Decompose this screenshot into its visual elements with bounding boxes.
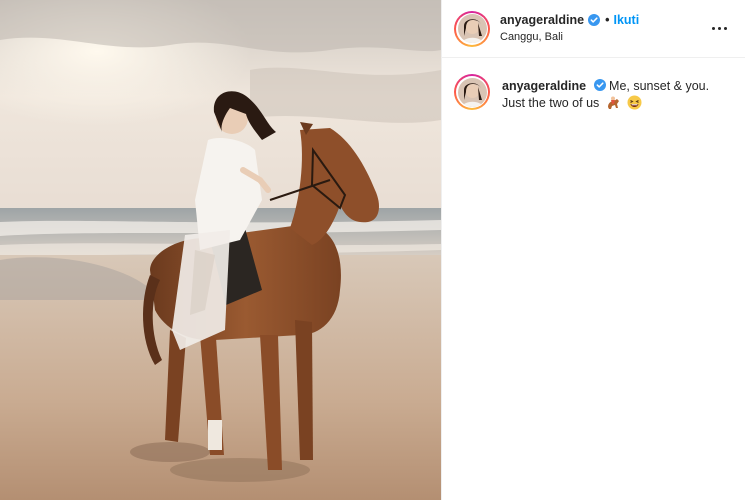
avatar[interactable] (454, 10, 490, 47)
avatar-image (457, 77, 487, 107)
username-link[interactable]: anyageraldine (500, 14, 584, 27)
post-image[interactable] (0, 0, 441, 500)
follow-button[interactable]: Ikuti (613, 14, 639, 27)
post-container: anyageraldine • Ikuti Canggu, Bali anyag… (0, 0, 745, 500)
caption-comment: anyageraldine Me, sunset & you. Just the… (442, 58, 745, 112)
verified-badge-icon (593, 79, 606, 91)
avatar-border (456, 76, 488, 108)
horse-rider-emoji-icon (607, 96, 619, 109)
post-photo-beach-horse (0, 0, 441, 500)
avatar-photo (457, 14, 487, 43)
laughing-face-emoji-icon (627, 95, 642, 110)
more-options-button[interactable] (707, 17, 731, 41)
avatar-border (456, 12, 488, 45)
dot-icon (723, 27, 727, 30)
header-text: anyageraldine • Ikuti Canggu, Bali (500, 14, 707, 44)
post-side-panel: anyageraldine • Ikuti Canggu, Bali anyag… (441, 0, 745, 500)
dot-icon (717, 27, 721, 30)
caption-username-link[interactable]: anyageraldine (502, 79, 586, 93)
dot-icon (711, 27, 715, 30)
separator-dot: • (605, 12, 610, 27)
location-link[interactable]: Canggu, Bali (500, 32, 707, 43)
caption-avatar[interactable] (454, 74, 490, 110)
avatar-photo (457, 77, 487, 107)
verified-badge-icon (588, 14, 601, 26)
post-header: anyageraldine • Ikuti Canggu, Bali (442, 0, 745, 58)
caption-text-block: anyageraldine Me, sunset & you. Just the… (502, 74, 731, 112)
header-username-row: anyageraldine • Ikuti (500, 14, 707, 27)
avatar-image (457, 14, 487, 43)
